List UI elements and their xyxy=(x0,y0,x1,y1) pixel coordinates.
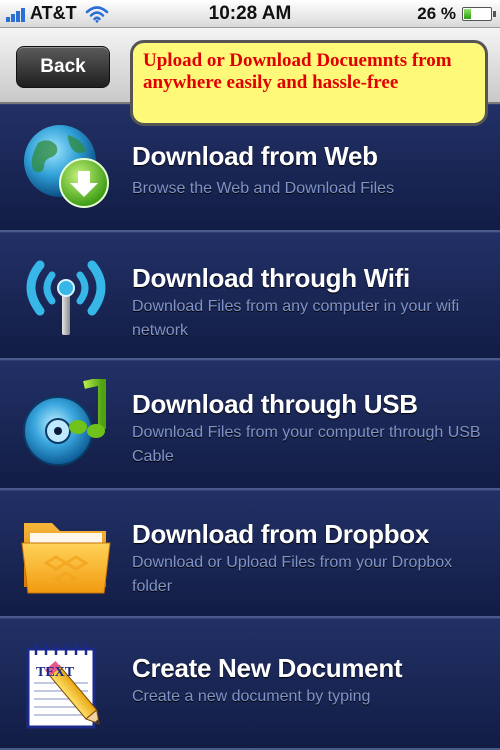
menu-row-download-usb[interactable]: Download through USB Download Files from… xyxy=(0,360,500,490)
row-title: Download through USB xyxy=(132,389,418,419)
row-title: Download through Wifi xyxy=(132,263,410,293)
status-right: 26 % xyxy=(417,4,496,24)
row-subtitle: Browse the Web and Download Files xyxy=(132,180,395,197)
row-subtitle: Download Files from any computer in your… xyxy=(132,298,460,339)
row-title: Create New Document xyxy=(132,653,403,683)
menu-row-download-wifi[interactable]: Download through Wifi Download Files fro… xyxy=(0,232,500,360)
promo-callout: Upload or Download Docuemnts from anywhe… xyxy=(130,40,488,126)
notepad-pencil-icon xyxy=(26,643,100,729)
menu-row-download-dropbox[interactable]: Download from Dropbox Download or Upload… xyxy=(0,490,500,618)
battery-icon xyxy=(462,7,496,21)
row-subtitle: Download Files from your computer throug… xyxy=(132,424,481,465)
back-button[interactable]: Back xyxy=(16,46,110,88)
status-bar: AT&T 10:28 AM 26 % xyxy=(0,0,500,28)
dropbox-folder-icon xyxy=(21,523,111,594)
battery-percent: 26 % xyxy=(417,4,456,23)
row-subtitle: Download or Upload Files from your Dropb… xyxy=(132,554,453,595)
navigation-bar: Back Upload or Download Docuemnts from a… xyxy=(0,28,500,126)
menu-row-create-document[interactable]: TEXT Create New Document Create a new do… xyxy=(0,618,500,750)
disc-music-icon xyxy=(23,379,106,466)
menu-list: Download from Web Browse the Web and Dow… xyxy=(0,104,500,750)
battery-fill xyxy=(464,9,472,19)
row-subtitle: Create a new document by typing xyxy=(132,688,371,705)
wifi-antenna-icon xyxy=(26,260,106,335)
notepad-text-label: TEXT xyxy=(36,665,75,680)
row-title: Download from Dropbox xyxy=(132,519,430,549)
row-title: Download from Web xyxy=(132,141,378,171)
globe-download-icon xyxy=(24,125,109,208)
